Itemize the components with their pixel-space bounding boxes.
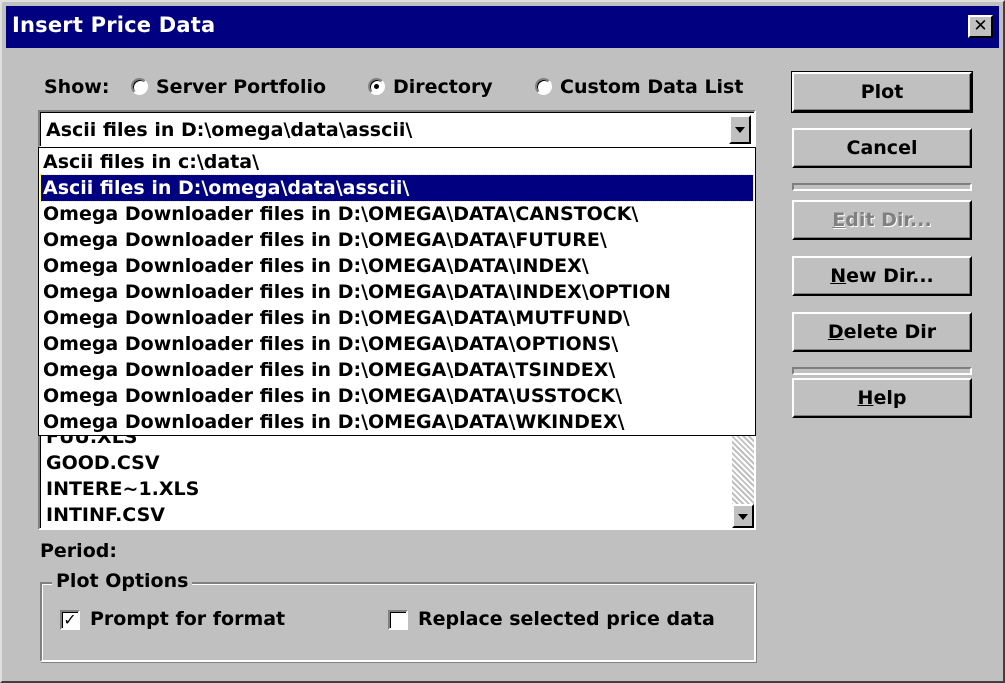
radio-server-portfolio-label[interactable]: Server Portfolio xyxy=(156,76,326,98)
directory-combo-value: Ascii files in D:\omega\data\asscii\ xyxy=(46,119,413,141)
dropdown-item[interactable]: Omega Downloader files in D:\OMEGA\DATA\… xyxy=(41,409,753,435)
edit-dir-button[interactable]: Edit Dir... xyxy=(792,200,972,240)
show-label: Show: xyxy=(44,76,110,98)
help-mnemonic: H xyxy=(857,387,874,409)
dropdown-item[interactable]: Omega Downloader files in D:\OMEGA\DATA\… xyxy=(41,305,753,331)
radio-directory-label[interactable]: Directory xyxy=(393,76,493,98)
plot-button[interactable]: Plot xyxy=(791,71,973,113)
close-icon: ✕ xyxy=(973,16,988,36)
window-title: Insert Price Data xyxy=(12,13,216,37)
delete-dir-mnemonic: D xyxy=(827,321,844,343)
new-dir-mnemonic: N xyxy=(830,265,847,287)
combo-dropdown-button[interactable] xyxy=(729,115,751,144)
help-button[interactable]: Help xyxy=(792,378,972,418)
button-separator xyxy=(792,367,972,375)
new-dir-button[interactable]: New Dir... xyxy=(792,256,972,296)
dropdown-item[interactable]: Omega Downloader files in D:\OMEGA\DATA\… xyxy=(41,383,753,409)
dropdown-item[interactable]: Omega Downloader files in D:\OMEGA\DATA\… xyxy=(41,227,753,253)
period-label: Period: xyxy=(40,540,117,562)
arrow-down-icon xyxy=(738,514,748,520)
radio-selected-dot xyxy=(374,84,379,89)
prompt-for-format-label[interactable]: Prompt for format xyxy=(90,608,285,630)
dropdown-item[interactable]: Omega Downloader files in D:\OMEGA\DATA\… xyxy=(41,357,753,383)
replace-selected-checkbox[interactable] xyxy=(388,610,408,630)
radio-server-portfolio[interactable] xyxy=(131,78,148,95)
radio-directory[interactable] xyxy=(368,78,385,95)
file-list-item[interactable]: GOOD.CSV xyxy=(46,450,160,476)
dropdown-item[interactable]: Omega Downloader files in D:\OMEGA\DATA\… xyxy=(41,253,753,279)
replace-selected-label[interactable]: Replace selected price data xyxy=(418,608,715,630)
dropdown-item[interactable]: Ascii files in c:\data\ xyxy=(41,149,753,175)
edit-dir-mnemonic: E xyxy=(832,209,846,231)
delete-dir-label: elete Dir xyxy=(843,321,937,343)
checkmark-icon: ✓ xyxy=(63,610,77,629)
button-separator xyxy=(792,183,972,191)
help-label: elp xyxy=(873,387,907,409)
edit-dir-label: dit Dir... xyxy=(845,209,932,231)
prompt-for-format-checkbox[interactable]: ✓ xyxy=(60,610,80,630)
directory-combo[interactable]: Ascii files in D:\omega\data\asscii\ xyxy=(38,110,756,148)
new-dir-label: ew Dir... xyxy=(846,265,934,287)
plot-options-group: Plot Options ✓ Prompt for format Replace… xyxy=(40,570,756,662)
dropdown-item[interactable]: Omega Downloader files in D:\OMEGA\DATA\… xyxy=(41,331,753,357)
arrow-down-icon xyxy=(735,127,745,133)
dropdown-item[interactable]: Omega Downloader files in D:\OMEGA\DATA\… xyxy=(41,279,753,305)
title-bar[interactable]: Insert Price Data ✕ xyxy=(6,6,999,48)
radio-custom-data-list-label[interactable]: Custom Data List xyxy=(560,76,743,98)
scroll-down-button[interactable] xyxy=(732,504,754,528)
directory-dropdown-list[interactable]: Ascii files in c:\data\ Ascii files in D… xyxy=(38,147,756,436)
dropdown-item-selected[interactable]: Ascii files in D:\omega\data\asscii\ xyxy=(40,174,754,202)
cancel-button[interactable]: Cancel xyxy=(792,128,972,168)
radio-custom-data-list[interactable] xyxy=(535,78,552,95)
dropdown-item[interactable]: Omega Downloader files in D:\OMEGA\DATA\… xyxy=(41,201,753,227)
file-list-item[interactable]: INTINF.CSV xyxy=(46,502,165,528)
plot-options-legend: Plot Options xyxy=(52,570,193,592)
delete-dir-button[interactable]: Delete Dir xyxy=(792,312,972,352)
close-button[interactable]: ✕ xyxy=(968,15,993,38)
file-list-item[interactable]: INTERE~1.XLS xyxy=(46,476,199,502)
